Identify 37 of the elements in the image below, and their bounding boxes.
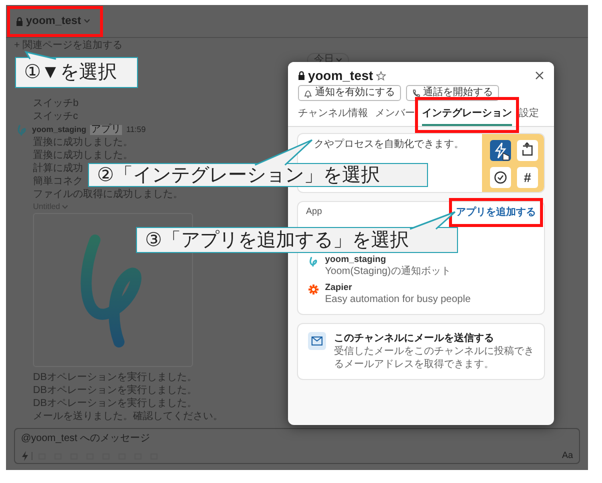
app-name[interactable]: Zapier (325, 282, 471, 293)
app-tag: アプリ (90, 124, 122, 134)
callout-pointer (410, 212, 455, 229)
email-title: このチャンネルにメールを送信する (334, 332, 495, 345)
hash-symbol: # (524, 168, 532, 187)
add-app-link[interactable]: アプリを追加する (456, 205, 536, 220)
export-tile-icon (517, 140, 538, 161)
apps-heading: App (306, 205, 322, 218)
message-input[interactable]: @yoom_test へのメッセージ (21, 431, 573, 445)
star-icon[interactable] (376, 70, 386, 80)
lock-icon (298, 71, 305, 80)
zapier-asterisk-icon (308, 284, 319, 295)
email-description: 受信したメールをこのチャンネルに投稿できるメールアドレスを取得できます。 (334, 345, 534, 371)
caret-icon (84, 19, 90, 23)
lightning-tile-icon (490, 140, 511, 161)
dialog-tab[interactable]: 設定 (519, 104, 539, 126)
app-description: Yoom(Staging)の通知ボット (325, 265, 451, 278)
lock-icon (16, 16, 23, 26)
caret-icon (62, 205, 68, 209)
email-card[interactable]: このチャンネルにメールを送信する 受信したメールをこのチャンネルに投稿できるメールアドレスを取得できます。 (297, 323, 545, 380)
callout-pointer (26, 52, 56, 59)
dialog-title: yoom_test (308, 68, 374, 83)
email-icon (308, 332, 326, 350)
bell-icon (304, 88, 312, 98)
notification-button[interactable]: 通知を有効にする (298, 85, 401, 101)
close-icon[interactable] (535, 71, 544, 80)
app-name[interactable]: yoom_staging (325, 254, 451, 265)
yoom-app-icon (16, 124, 28, 136)
workflow-description: クやプロセスを自動化できます。 (314, 139, 464, 150)
dialog-tab[interactable]: メンバー (375, 104, 415, 126)
check-tile-icon (490, 167, 511, 188)
app-description: Easy automation for busy people (325, 293, 471, 306)
phone-icon (412, 89, 420, 97)
yoom-app-icon (308, 256, 319, 267)
dialog-tab[interactable]: インテグレーション (422, 104, 512, 126)
caret-icon (336, 58, 342, 62)
dialog-tab[interactable]: チャンネル情報 (298, 104, 368, 126)
